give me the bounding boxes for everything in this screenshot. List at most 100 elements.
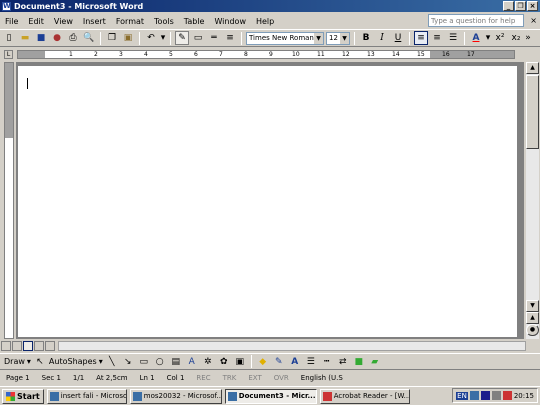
menu-edit[interactable]: Edit [23,17,49,26]
draw-menu[interactable]: Draw [4,357,25,366]
taskbar-item[interactable]: Acrobat Reader - [W... [319,388,410,404]
menu-table[interactable]: Table [179,17,210,26]
previous-page-icon[interactable]: ▲ [526,312,539,324]
status-ovr[interactable]: OVR [268,374,295,382]
ruler-mark: 7 [219,51,223,58]
oval-icon[interactable]: ○ [153,355,167,369]
minimize-button[interactable]: _ [503,1,514,11]
toolbar-options-icon[interactable]: » [525,31,531,45]
new-document-icon[interactable]: ▯ [2,31,16,45]
dash-style-icon[interactable]: ┅ [320,355,334,369]
security-icon[interactable] [502,391,512,400]
horizontal-ruler[interactable]: L 1 2 3 4 5 6 7 8 9 10 11 12 13 14 15 16… [0,48,540,60]
border-icon[interactable]: ▭ [191,31,205,45]
status-line: Ln 1 [139,374,155,382]
font-size-select[interactable]: 12 ▼ [326,31,350,45]
reading-layout-icon[interactable] [45,341,55,351]
font-name-select[interactable]: Times New Roman ▼ [246,31,324,45]
outline-view-icon[interactable] [34,341,44,351]
line-icon[interactable]: ╲ [105,355,119,369]
status-rec[interactable]: REC [190,374,216,382]
arrow-style-icon[interactable]: ⇄ [336,355,350,369]
font-color-icon[interactable]: A [288,355,302,369]
3d-icon[interactable]: ▰ [368,355,382,369]
copy-icon[interactable]: ❐ [105,31,119,45]
close-button[interactable]: × [527,1,538,11]
underline-button[interactable]: U [391,31,405,45]
shadow-icon[interactable]: ■ [352,355,366,369]
ruler-mark: 15 [417,51,425,58]
open-folder-icon[interactable]: ▬ [18,31,32,45]
subscript-icon[interactable]: x₂ [509,31,523,45]
taskbar-item[interactable]: insert fali - Microsoft... [46,388,127,404]
paste-icon[interactable]: ▣ [121,31,135,45]
select-pointer-icon[interactable]: ↖ [33,355,47,369]
rectangle-icon[interactable]: ▭ [137,355,151,369]
scroll-thumb[interactable] [526,75,539,149]
menu-view[interactable]: View [49,17,78,26]
undo-icon[interactable]: ↶ [144,31,158,45]
italic-button[interactable]: I [375,31,389,45]
document-close-icon[interactable]: × [530,16,537,25]
taskbar-item[interactable]: mos20032 - Microsof... [129,388,222,404]
language-indicator[interactable]: EN [456,391,468,400]
diagram-icon[interactable]: ✲ [201,355,215,369]
chevron-down-icon[interactable]: ▼ [340,32,349,44]
font-color-icon[interactable]: A [469,31,483,45]
start-button[interactable]: Start [2,388,44,404]
clip-art-icon[interactable]: ✿ [217,355,231,369]
justify-icon[interactable]: ☰ [446,31,460,45]
menu-bar: File Edit View Insert Format Tools Table… [0,13,540,29]
scroll-up-icon[interactable]: ▲ [526,62,539,74]
volume-icon[interactable] [491,391,501,400]
ask-question-input[interactable]: Type a question for help [428,14,524,27]
chevron-down-icon[interactable]: ▼ [314,32,323,44]
line-color-icon[interactable]: ✎ [272,355,286,369]
wordart-icon[interactable]: A [185,355,199,369]
menu-file[interactable]: File [0,17,23,26]
menu-help[interactable]: Help [251,17,279,26]
autoshapes-menu[interactable]: AutoShapes [49,357,97,366]
media-icon[interactable] [480,391,490,400]
normal-view-icon[interactable] [1,341,11,351]
text-box-icon[interactable]: ▤ [169,355,183,369]
align-left-icon[interactable]: ≡ [414,31,428,45]
chevron-down-icon[interactable]: ▾ [160,31,166,45]
word-icon[interactable]: W [2,1,11,11]
document-page[interactable] [18,66,517,337]
taskbar-item[interactable]: Document3 - Micr... [224,388,317,404]
vertical-scrollbar[interactable]: ▲ ▼ ▲ ● [526,62,539,339]
vertical-ruler[interactable] [4,62,14,339]
print-layout-icon[interactable] [23,341,33,351]
drawing-icon[interactable]: ✎ [175,31,189,45]
tab-selector[interactable]: L [4,50,13,59]
superscript-icon[interactable]: x² [493,31,507,45]
restore-button[interactable]: ❐ [515,1,526,11]
menu-window[interactable]: Window [209,17,251,26]
chevron-down-icon[interactable]: ▾ [27,357,31,366]
web-layout-icon[interactable] [12,341,22,351]
fill-color-icon[interactable]: ◆ [256,355,270,369]
scroll-down-icon[interactable]: ▼ [526,300,539,312]
save-icon[interactable]: ■ [34,31,48,45]
arrow-icon[interactable]: ↘ [121,355,135,369]
bold-button[interactable]: B [359,31,373,45]
print-preview-icon[interactable]: 🔍 [82,31,96,45]
picture-icon[interactable]: ▣ [233,355,247,369]
line-style-icon[interactable]: ☰ [304,355,318,369]
select-browse-object-icon[interactable]: ● [526,324,539,336]
chevron-down-icon[interactable]: ▾ [99,357,103,366]
status-ext[interactable]: EXT [242,374,267,382]
status-trk[interactable]: TRK [217,374,243,382]
permission-icon[interactable]: ● [50,31,64,45]
double-line-icon[interactable]: ═ [207,31,221,45]
print-icon[interactable]: ⎙ [66,31,80,45]
network-icon[interactable] [469,391,479,400]
menu-insert[interactable]: Insert [78,17,111,26]
align-center-icon[interactable]: ≡ [430,31,444,45]
chevron-down-icon[interactable]: ▾ [485,31,491,45]
equal-lines-icon[interactable]: ≡ [223,31,237,45]
menu-tools[interactable]: Tools [149,17,179,26]
horizontal-scrollbar[interactable] [58,341,526,351]
menu-format[interactable]: Format [111,17,149,26]
